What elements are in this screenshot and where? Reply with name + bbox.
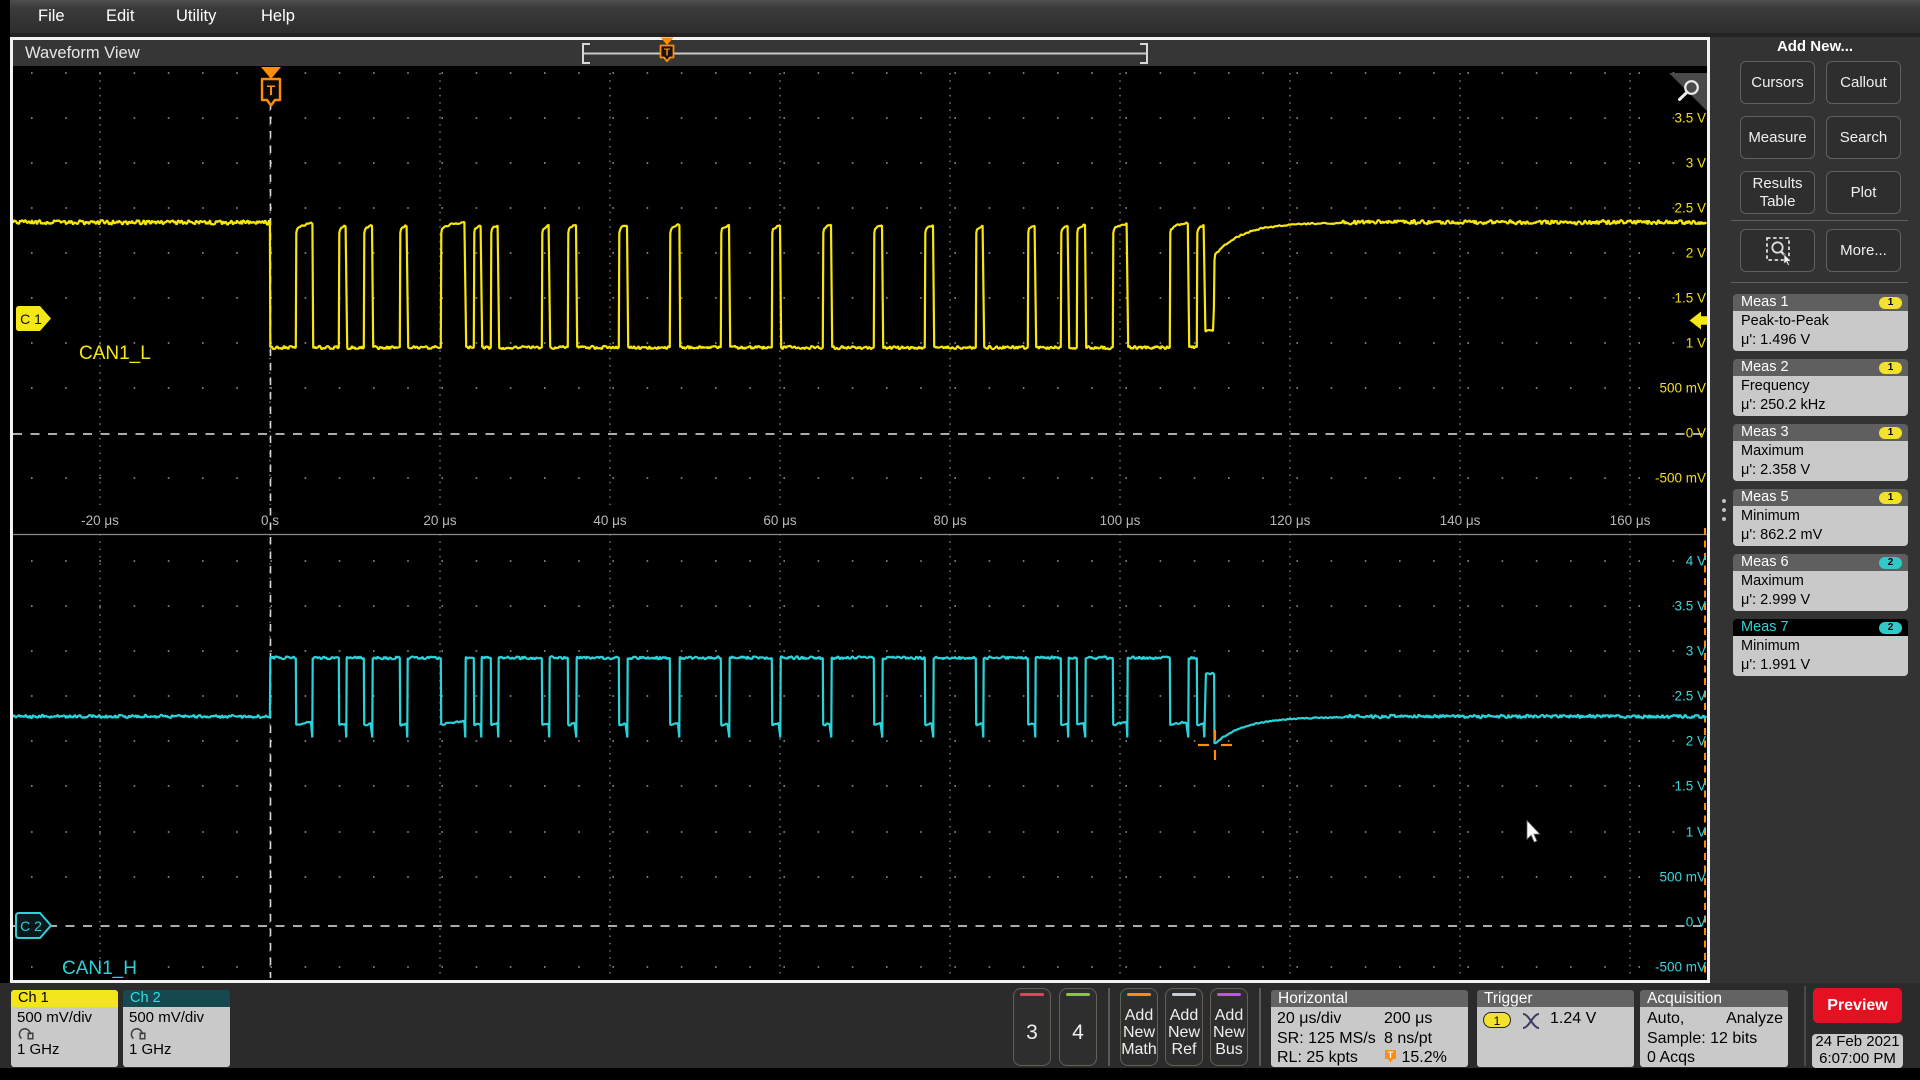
svg-text:120 μs: 120 μs (1270, 513, 1311, 528)
svg-text:3 V: 3 V (1686, 156, 1706, 171)
svg-text:-500 mV: -500 mV (1655, 471, 1706, 486)
svg-text:60 μs: 60 μs (763, 513, 797, 528)
svg-text:2 V: 2 V (1686, 246, 1706, 261)
svg-text:0 s: 0 s (261, 513, 279, 528)
svg-text:1 V: 1 V (1686, 336, 1706, 351)
svg-text:T: T (664, 48, 670, 59)
svg-text:80 μs: 80 μs (933, 513, 967, 528)
svg-text:2.5 V: 2.5 V (1674, 689, 1706, 704)
svg-text:3 V: 3 V (1686, 644, 1706, 659)
svg-text:20 μs: 20 μs (423, 513, 457, 528)
svg-text:-500 mV: -500 mV (1655, 960, 1706, 975)
svg-text:1.5 V: 1.5 V (1674, 291, 1706, 306)
svg-text:160 μs: 160 μs (1610, 513, 1651, 528)
svg-text:100 μs: 100 μs (1100, 513, 1141, 528)
svg-text:1.5 V: 1.5 V (1674, 779, 1706, 794)
svg-text:4 V: 4 V (1686, 554, 1706, 569)
svg-text:140 μs: 140 μs (1440, 513, 1481, 528)
svg-text:40 μs: 40 μs (593, 513, 627, 528)
svg-text:500 mV: 500 mV (1659, 870, 1706, 885)
svg-text:CAN1_H: CAN1_H (62, 958, 137, 979)
svg-text:CAN1_L: CAN1_L (79, 343, 151, 364)
svg-text:C 1: C 1 (20, 311, 42, 327)
svg-text:500 mV: 500 mV (1659, 381, 1706, 396)
svg-text:2 V: 2 V (1686, 734, 1706, 749)
svg-text:3.5 V: 3.5 V (1674, 111, 1706, 126)
svg-text:0 V: 0 V (1686, 915, 1706, 930)
svg-text:3.5 V: 3.5 V (1674, 599, 1706, 614)
svg-text:T: T (1388, 1050, 1394, 1060)
svg-text:C 2: C 2 (20, 918, 42, 934)
svg-text:T: T (267, 82, 276, 98)
svg-text:2.5 V: 2.5 V (1674, 201, 1706, 216)
svg-text:-20 μs: -20 μs (81, 513, 119, 528)
svg-text:1 V: 1 V (1686, 825, 1706, 840)
svg-text:0 V: 0 V (1686, 426, 1706, 441)
